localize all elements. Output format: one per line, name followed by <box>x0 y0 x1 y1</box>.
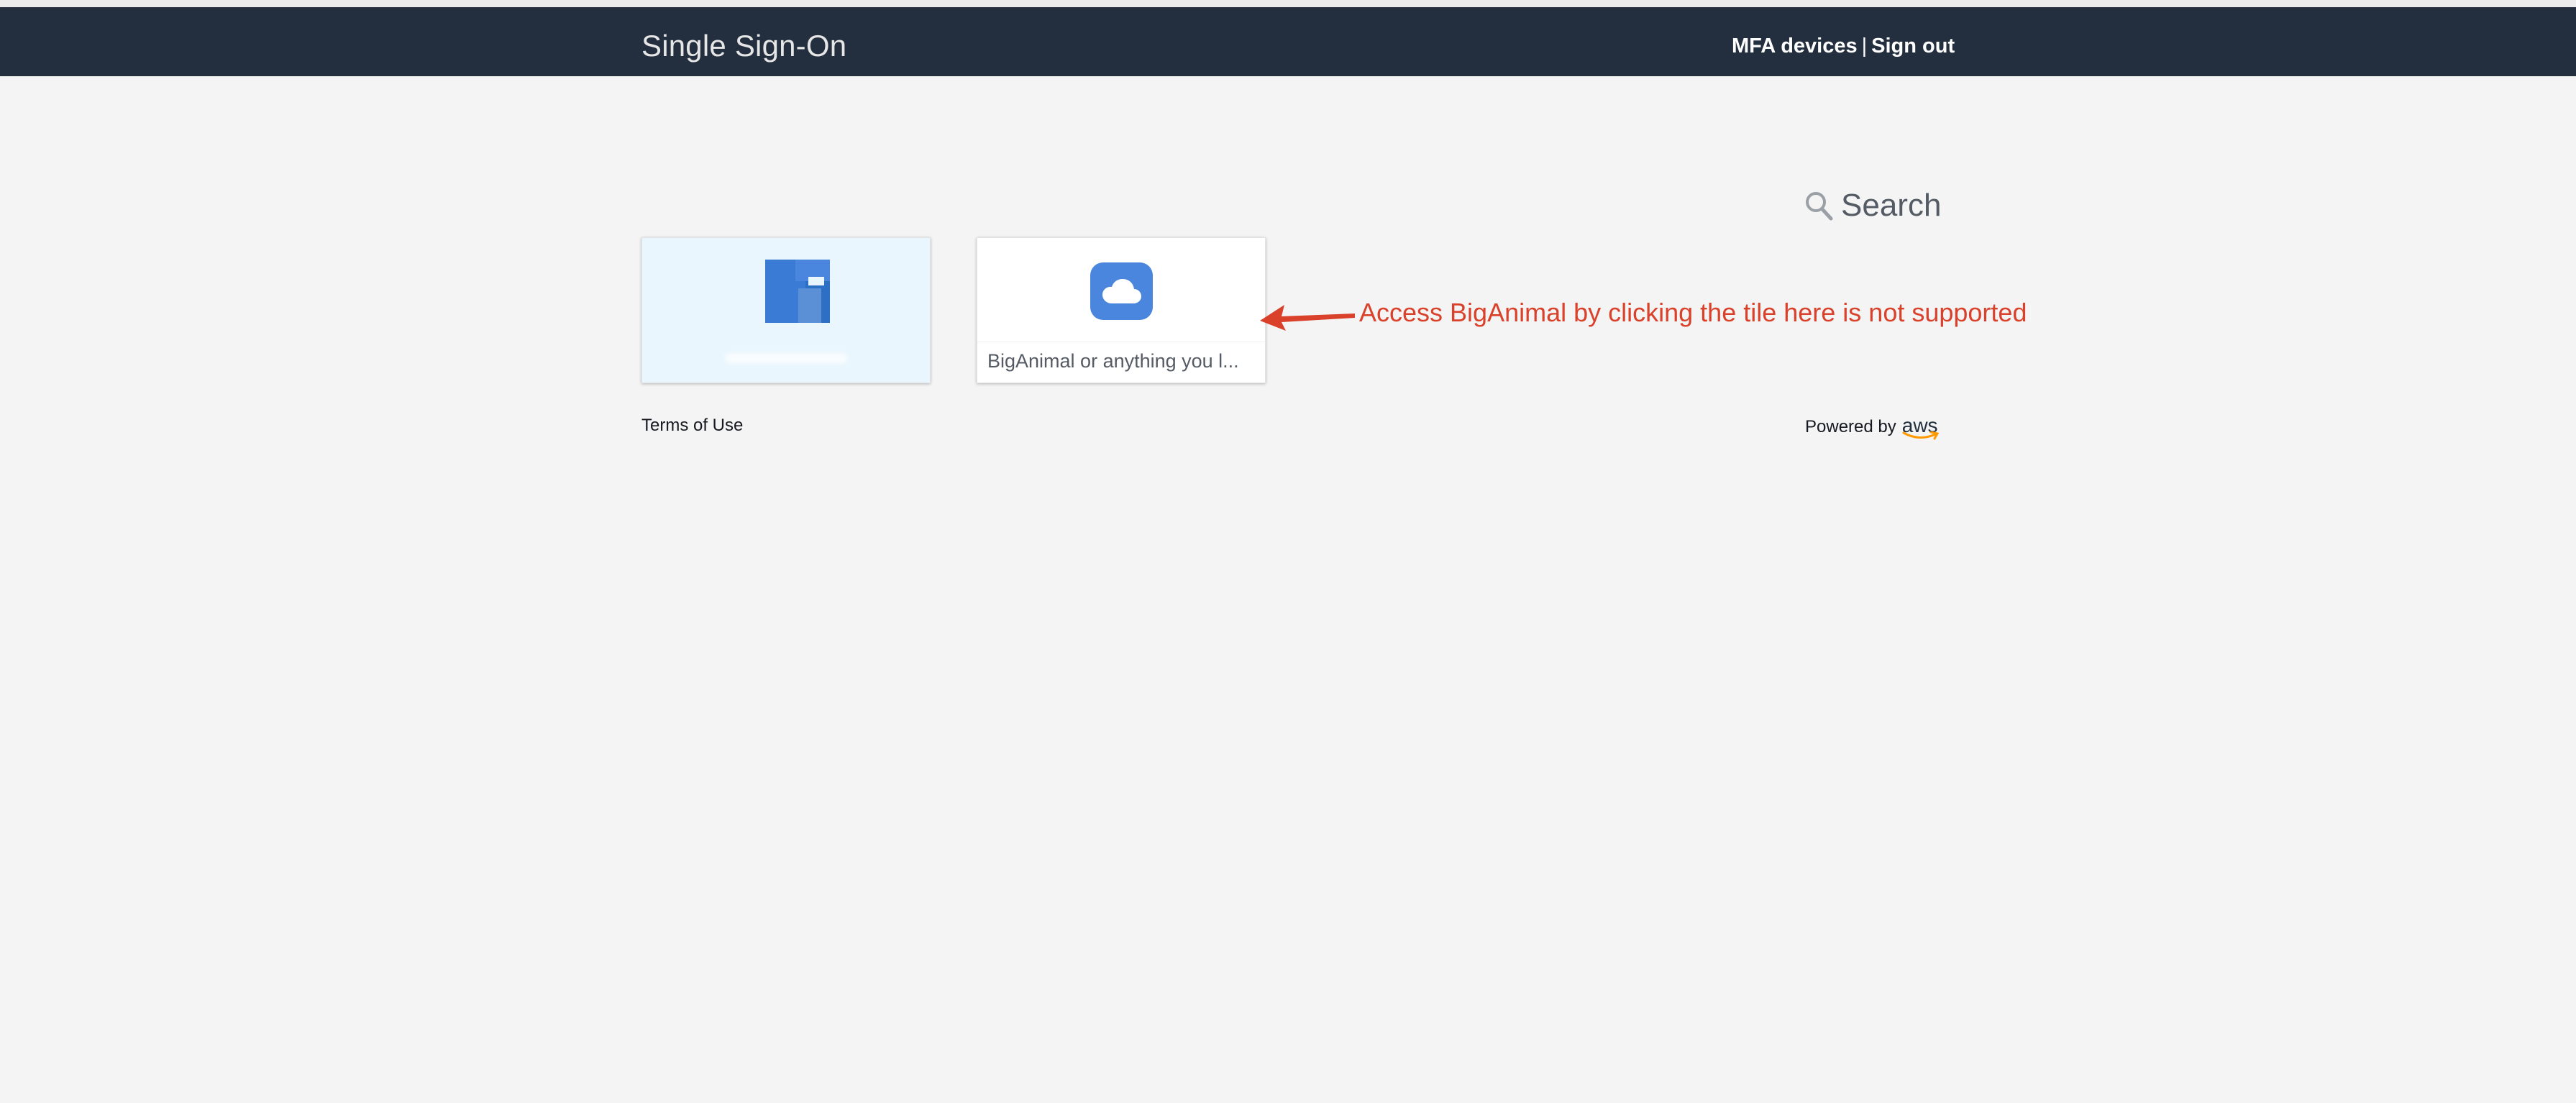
annotation-note: Access BigAnimal by clicking the tile he… <box>1359 298 2027 327</box>
search-button[interactable]: Search <box>1804 186 1941 226</box>
search-label: Search <box>1841 188 1942 223</box>
powered-by: Powered by aws <box>1805 414 1940 440</box>
biganimal-tile-label: BigAnimal or anything you l... <box>987 350 1239 372</box>
search-icon <box>1804 190 1834 221</box>
aws-smile-icon <box>1902 431 1940 440</box>
app-title: Single Sign-On <box>641 29 847 63</box>
annotation-arrow-icon <box>1260 302 1356 334</box>
app-tile-1[interactable] <box>641 237 931 383</box>
app-logo-icon <box>765 260 830 324</box>
cloud-icon <box>1090 262 1153 320</box>
header-link-separator: | <box>1861 35 1868 58</box>
browser-top-strip <box>0 0 2576 7</box>
mfa-devices-link[interactable]: MFA devices <box>1732 35 1858 58</box>
top-header-bar: Single Sign-On MFA devices | Sign out <box>0 7 2576 76</box>
aws-logo: aws <box>1902 414 1940 440</box>
powered-by-label: Powered by <box>1805 417 1896 436</box>
biganimal-app-tile[interactable]: BigAnimal or anything you l... <box>977 237 1266 383</box>
sign-out-link[interactable]: Sign out <box>1871 35 1955 58</box>
app-tile-label-redacted <box>725 353 847 363</box>
header-links: MFA devices | Sign out <box>1732 35 1955 58</box>
terms-of-use-link[interactable]: Terms of Use <box>641 416 743 436</box>
